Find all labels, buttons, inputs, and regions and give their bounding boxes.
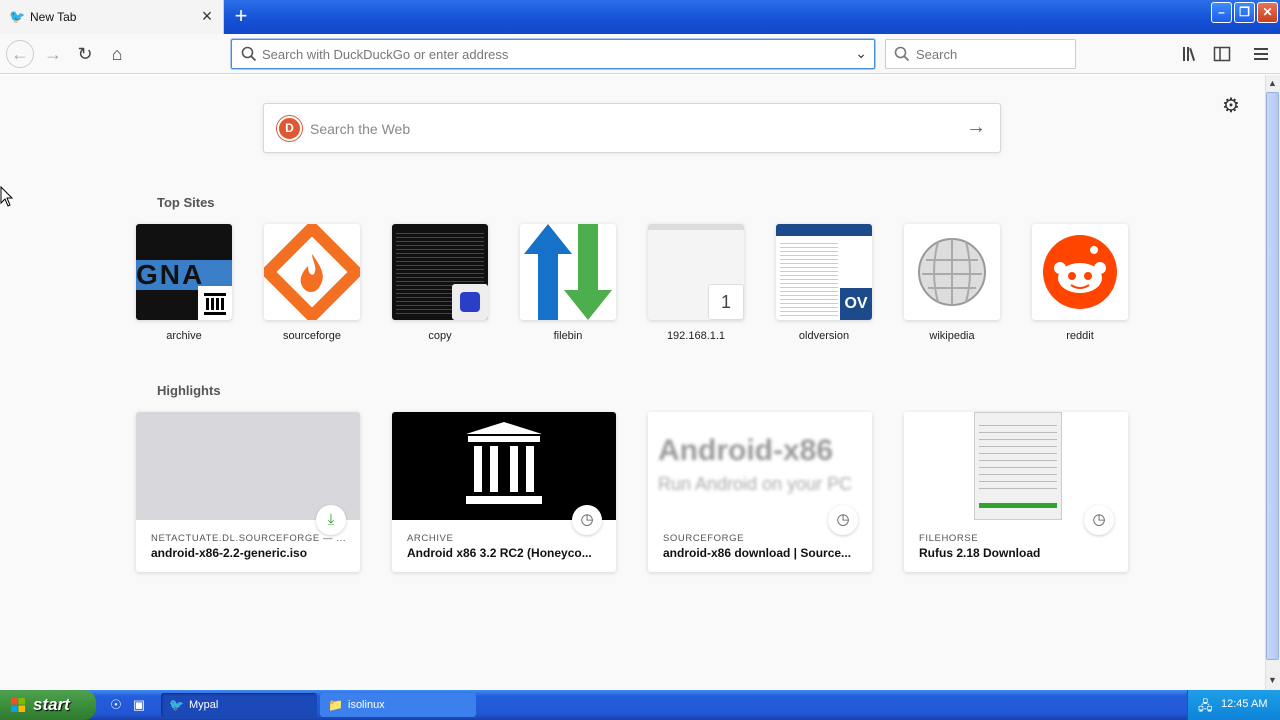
filebin-icon: [524, 224, 612, 320]
mypal-favicon-icon: 🐦: [9, 9, 26, 24]
taskbar-button-label: isolinux: [348, 699, 385, 711]
clock[interactable]: 12:45 AM: [1221, 698, 1267, 710]
highlight-title: Rufus 2.18 Download: [919, 546, 1041, 560]
search-input[interactable]: [916, 45, 1066, 63]
highlight-thumbnail: Android-x86 Run Android on your PC: [648, 412, 872, 520]
search-bar[interactable]: [885, 39, 1076, 69]
taskbar-button-isolinux[interactable]: 📁 isolinux: [320, 693, 476, 717]
thumbnail-subheading: Run Android on your PC: [658, 474, 853, 494]
start-label: start: [33, 695, 70, 714]
taskbar: start ☉ ▣ 🐦 Mypal 📁 isolinux 🖧 12:45 AM: [0, 690, 1280, 720]
sourceforge-icon: [264, 224, 360, 320]
top-site-wikipedia[interactable]: [904, 224, 1000, 320]
highlight-card[interactable]: ◷ ARCHIVE Android x86 3.2 RC2 (Honeyco..…: [392, 412, 616, 572]
highlight-title: android-x86-2.2-generic.iso: [151, 546, 308, 560]
sidebar-icon[interactable]: [1213, 45, 1231, 63]
highlight-thumbnail: [904, 412, 1128, 520]
mypal-icon: 🐦: [169, 698, 184, 712]
start-button[interactable]: start: [0, 690, 96, 720]
highlight-card[interactable]: ◷ FILEHORSE Rufus 2.18 Download: [904, 412, 1128, 572]
top-site-sourceforge[interactable]: [264, 224, 360, 320]
reload-button[interactable]: ↻: [73, 42, 97, 66]
highlight-source: NETACTUATE.DL.SOURCEFORGE — ...: [151, 533, 346, 544]
archive-icon: [198, 286, 232, 320]
top-site-label[interactable]: sourceforge: [252, 330, 372, 342]
gear-icon[interactable]: ⚙: [1222, 93, 1240, 118]
network-icon[interactable]: 🖧: [1198, 697, 1213, 719]
top-site-label[interactable]: 192.168.1.1: [636, 330, 756, 342]
highlight-source: SOURCEFORGE: [663, 533, 745, 544]
scroll-thumb[interactable]: [1266, 92, 1279, 660]
top-site-label[interactable]: filebin: [508, 330, 628, 342]
close-window-button[interactable]: ✕: [1257, 2, 1278, 23]
thumbnail-heading: Android-x86: [658, 434, 834, 467]
chevron-down-icon[interactable]: ⌄: [855, 45, 867, 62]
clock-icon: ◷: [828, 505, 858, 535]
folder-icon: 📁: [328, 698, 343, 712]
top-site-filebin[interactable]: [520, 224, 616, 320]
highlight-source: ARCHIVE: [407, 533, 454, 544]
web-search-box[interactable]: D →: [263, 103, 1001, 153]
tab-new-tab[interactable]: 🐦 New Tab ×: [0, 0, 224, 34]
reddit-icon: [1043, 235, 1117, 309]
top-site-reddit[interactable]: [1032, 224, 1128, 320]
copy-badge: [452, 284, 488, 320]
search-icon: [241, 46, 257, 62]
home-button[interactable]: ⌂: [105, 42, 129, 66]
highlight-source: FILEHORSE: [919, 533, 979, 544]
highlight-title: Android x86 3.2 RC2 (Honeyco...: [407, 546, 592, 560]
download-icon: ⤓: [316, 505, 346, 535]
scroll-up-icon[interactable]: ▲: [1267, 78, 1278, 91]
windows-logo-icon: [11, 698, 25, 712]
top-site-label[interactable]: copy: [380, 330, 500, 342]
top-sites-heading: Top Sites: [157, 195, 215, 210]
back-button[interactable]: ←: [6, 40, 34, 68]
top-site-label[interactable]: wikipedia: [892, 330, 1012, 342]
web-search-input[interactable]: [310, 119, 930, 139]
highlight-card[interactable]: ⤓ NETACTUATE.DL.SOURCEFORGE — ... androi…: [136, 412, 360, 572]
highlight-thumbnail: [136, 412, 360, 520]
taskbar-button-mypal[interactable]: 🐦 Mypal: [161, 693, 317, 717]
wikipedia-globe-icon: [918, 238, 986, 306]
taskbar-button-label: Mypal: [189, 699, 219, 711]
quicklaunch-browser-icon[interactable]: ☉: [108, 697, 124, 713]
top-site-label[interactable]: archive: [124, 330, 244, 342]
restore-button[interactable]: ❐: [1234, 2, 1255, 23]
tab-close-icon[interactable]: ×: [199, 7, 215, 25]
arrow-right-icon[interactable]: →: [966, 116, 986, 139]
highlights-heading: Highlights: [157, 383, 221, 398]
top-site-copy[interactable]: [392, 224, 488, 320]
tab-title: New Tab: [30, 10, 77, 24]
url-input[interactable]: [262, 45, 842, 63]
scroll-down-icon[interactable]: ▼: [1267, 675, 1278, 688]
top-site-router[interactable]: 1: [648, 224, 744, 320]
library-icon[interactable]: [1181, 45, 1199, 63]
highlight-thumbnail: [392, 412, 616, 520]
highlight-title: android-x86 download | Source...: [663, 546, 852, 560]
navigation-bar: ← → ↻ ⌂ ⌄: [0, 34, 1280, 74]
top-site-label[interactable]: oldversion: [764, 330, 884, 342]
duckduckgo-icon: D: [277, 116, 302, 141]
minimize-button[interactable]: –: [1211, 2, 1232, 23]
menu-icon[interactable]: [1252, 45, 1270, 63]
archive-icon: [466, 422, 542, 504]
top-site-label[interactable]: reddit: [1020, 330, 1140, 342]
search-icon: [894, 46, 910, 62]
oldversion-badge: OV: [840, 288, 872, 320]
top-site-archive[interactable]: GNA: [136, 224, 232, 320]
router-badge: 1: [708, 284, 744, 320]
clock-icon: ◷: [572, 505, 602, 535]
top-site-oldversion[interactable]: OV: [776, 224, 872, 320]
forward-button[interactable]: →: [41, 42, 65, 66]
invader-icon: [460, 292, 480, 312]
clock-icon: ◷: [1084, 505, 1114, 535]
url-bar[interactable]: ⌄: [231, 39, 875, 69]
title-bar: 🐦 New Tab × + – ❐ ✕: [0, 0, 1280, 34]
system-tray: 🖧 12:45 AM: [1187, 690, 1280, 720]
highlight-card[interactable]: Android-x86 Run Android on your PC ◷ SOU…: [648, 412, 872, 572]
mouse-cursor-icon: [0, 186, 14, 207]
new-tab-button[interactable]: +: [229, 3, 253, 29]
quicklaunch-desktop-icon[interactable]: ▣: [131, 697, 147, 713]
